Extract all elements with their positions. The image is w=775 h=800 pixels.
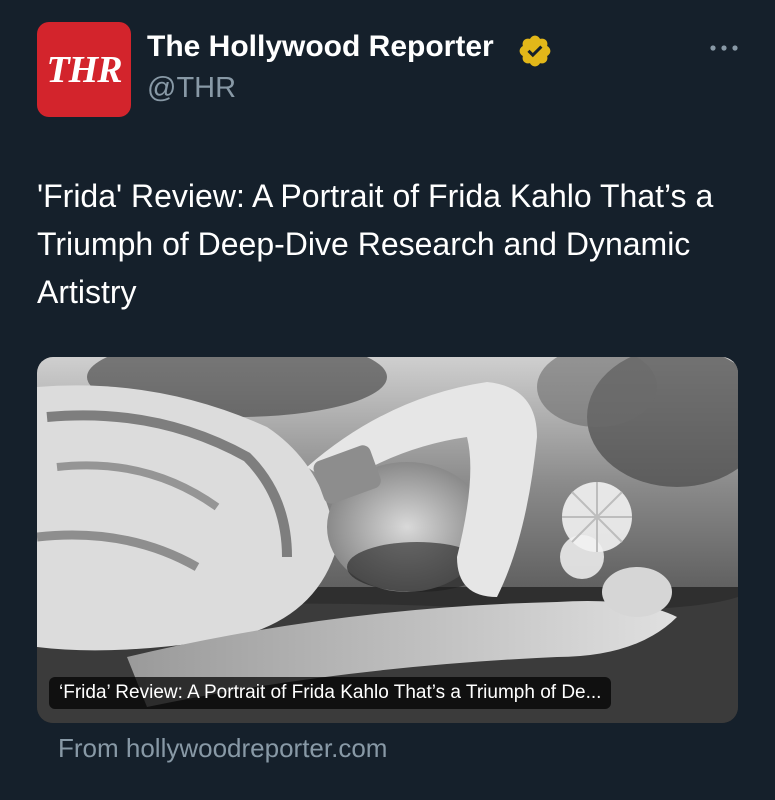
link-card[interactable]: ‘Frida’ Review: A Portrait of Frida Kahl… <box>37 357 738 723</box>
more-options-icon[interactable] <box>707 38 741 58</box>
avatar[interactable]: THR <box>37 22 131 117</box>
tweet-text: 'Frida' Review: A Portrait of Frida Kahl… <box>37 178 714 310</box>
card-title-overlay: ‘Frida’ Review: A Portrait of Frida Kahl… <box>49 677 612 709</box>
source-link[interactable]: From hollywoodreporter.com <box>58 733 387 764</box>
avatar-logo-text: THR <box>46 48 122 91</box>
account-handle[interactable]: @THR <box>147 72 236 105</box>
verified-badge-icon <box>519 35 551 67</box>
article-photo <box>37 357 738 723</box>
display-name[interactable]: The Hollywood Reporter <box>147 30 494 64</box>
